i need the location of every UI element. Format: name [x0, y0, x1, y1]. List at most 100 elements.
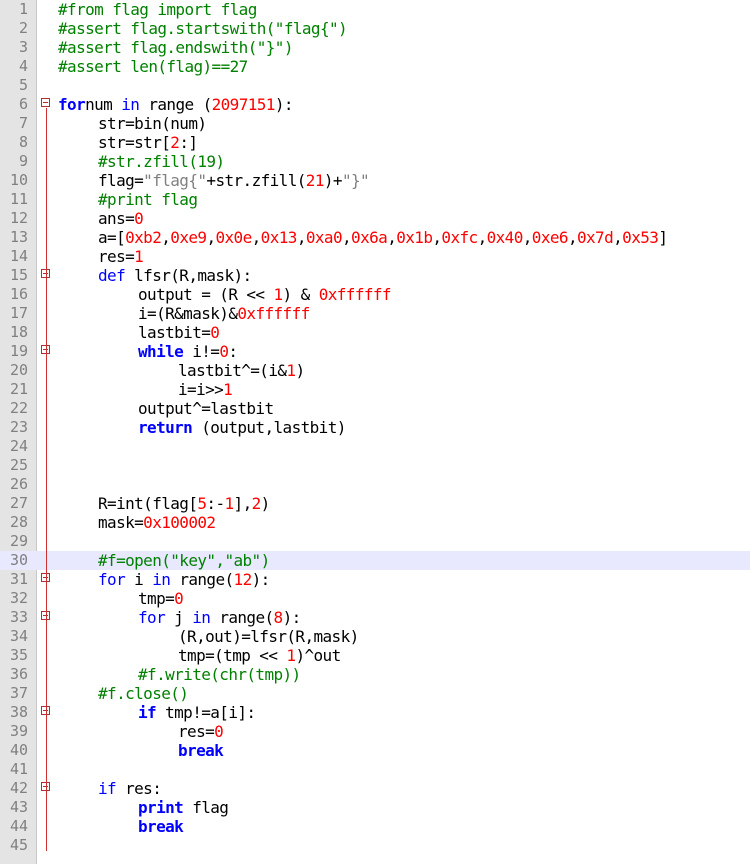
number-token: 1	[224, 494, 235, 513]
code-line[interactable]: 39 res=0	[0, 722, 750, 741]
line-number: 18	[9, 323, 28, 341]
code-line[interactable]: 20 lastbit^=(i&1)	[0, 361, 750, 380]
code-line[interactable]: 22 output^=lastbit	[0, 399, 750, 418]
code-text: #f=open("key","ab")	[98, 551, 270, 570]
line-number: 2	[18, 19, 28, 37]
code-text: tmp=(tmp << 1)^out	[178, 646, 341, 665]
number-token: 0x0e	[215, 228, 252, 247]
code-line[interactable]: 12 ans=0	[0, 209, 750, 228]
line-number: 8	[18, 133, 28, 151]
code-line[interactable]: 40 break	[0, 741, 750, 760]
code-text: output = (R << 1) & 0xffffff	[138, 285, 392, 304]
code-text: for i in range(12):	[98, 570, 270, 589]
code-line[interactable]: 42 if res:	[0, 779, 750, 798]
code-line[interactable]: 1 #from flag import flag	[0, 0, 750, 19]
code-line[interactable]: 5	[0, 76, 750, 95]
code-token: tmp=(tmp <<	[178, 646, 287, 665]
code-token: (R,out)=lfsr(R,mask)	[178, 627, 359, 646]
code-token: )	[260, 494, 271, 513]
comment-token: #from flag import flag	[58, 0, 257, 19]
code-line[interactable]: 13 a=[0xb2,0xe9,0x0e,0x13,0xa0,0x6a,0x1b,…	[0, 228, 750, 247]
line-number: 38	[9, 703, 28, 721]
number-token: 21	[305, 171, 325, 190]
line-number: 41	[9, 760, 28, 778]
code-token: (	[202, 95, 213, 114]
code-text: print flag	[138, 798, 229, 817]
code-line[interactable]: 24	[0, 437, 750, 456]
code-line[interactable]: 44 break	[0, 817, 750, 836]
line-number: 1	[18, 0, 28, 18]
code-line[interactable]: 34 (R,out)=lfsr(R,mask)	[0, 627, 750, 646]
keyword-token: break	[138, 817, 184, 836]
number-token: 0xe6	[531, 228, 569, 247]
line-number: 32	[9, 589, 28, 607]
comment-token: #str.zfill(19)	[98, 152, 225, 171]
code-text: #assert flag.endswith("}")	[58, 38, 293, 57]
code-token: ,	[522, 228, 533, 247]
code-line[interactable]: 4 #assert len(flag)==27	[0, 57, 750, 76]
code-line[interactable]: 37 #f.close()	[0, 684, 750, 703]
code-line[interactable]: 17 i=(R&mask)&0xffffff	[0, 304, 750, 323]
keyword-token: while	[138, 342, 184, 361]
code-line[interactable]: 28 mask=0x100002	[0, 513, 750, 532]
code-token: )+	[323, 171, 343, 190]
number-token: 0xffffff	[237, 304, 310, 323]
line-number: 44	[9, 817, 28, 835]
code-line[interactable]: 35 tmp=(tmp << 1)^out	[0, 646, 750, 665]
code-line[interactable]: 8 str=str[2:]	[0, 133, 750, 152]
code-line[interactable]: 3 #assert flag.endswith("}")	[0, 38, 750, 57]
line-number: 23	[9, 418, 28, 436]
code-line[interactable]: 6 fornum in range (2097151):	[0, 95, 750, 114]
code-line[interactable]: 30 #f=open("key","ab")	[0, 551, 750, 570]
code-token: ,	[477, 228, 488, 247]
fold-range-line	[46, 792, 47, 832]
code-line[interactable]: 36 #f.write(chr(tmp))	[0, 665, 750, 684]
comment-token: #print flag	[98, 190, 198, 209]
code-line[interactable]: 38 if tmp!=a[i]:	[0, 703, 750, 722]
line-number: 31	[9, 570, 28, 588]
code-line[interactable]: 21 i=i>>1	[0, 380, 750, 399]
code-line[interactable]: 32 tmp=0	[0, 589, 750, 608]
code-line[interactable]: 41	[0, 760, 750, 779]
code-line[interactable]: 27 R=int(flag[5:-1],2)	[0, 494, 750, 513]
code-token: )^out	[295, 646, 341, 665]
code-line[interactable]: 25	[0, 456, 750, 475]
keyword-token: break	[178, 741, 224, 760]
code-line[interactable]: 45	[0, 836, 750, 855]
code-line[interactable]: 31 for i in range(12):	[0, 570, 750, 589]
code-line[interactable]: 43 print flag	[0, 798, 750, 817]
line-number: 9	[18, 152, 28, 170]
code-line[interactable]: 18 lastbit=0	[0, 323, 750, 342]
code-token: ):	[282, 608, 302, 627]
code-line[interactable]: 7 str=bin(num)	[0, 114, 750, 133]
code-line[interactable]: 14 res=1	[0, 247, 750, 266]
code-line[interactable]: 15 def lfsr(R,mask):	[0, 266, 750, 285]
code-token: ,	[251, 228, 262, 247]
code-text: ans=0	[98, 209, 144, 228]
code-editor[interactable]: 1 #from flag import flag 2 #assert flag.sta…	[0, 0, 750, 864]
code-line[interactable]: 9 #str.zfill(19)	[0, 152, 750, 171]
code-token: tmp!=a[i]:	[156, 703, 256, 722]
code-text: str=bin(num)	[98, 114, 207, 133]
code-line[interactable]: 10 flag="flag{"+str.zfill(21)+"}"	[0, 171, 750, 190]
code-line[interactable]: 16 output = (R << 1) & 0xffffff	[0, 285, 750, 304]
fold-toggle-icon[interactable]	[41, 98, 50, 107]
code-line[interactable]: 2 #assert flag.startswith("flag{")	[0, 19, 750, 38]
code-text: break	[138, 817, 184, 836]
line-number: 25	[9, 456, 28, 474]
code-line[interactable]: 19 while i!=0:	[0, 342, 750, 361]
code-line[interactable]: 23 return (output,lastbit)	[0, 418, 750, 437]
code-line[interactable]: 29	[0, 532, 750, 551]
code-lines[interactable]: 1 #from flag import flag 2 #assert flag.sta…	[0, 0, 750, 855]
code-text: res=0	[178, 722, 224, 741]
code-token: )	[295, 361, 305, 380]
code-line[interactable]: 33 for j in range(8):	[0, 608, 750, 627]
number-token: 1	[134, 247, 144, 266]
line-number: 4	[18, 57, 28, 75]
code-line[interactable]: 11 #print flag	[0, 190, 750, 209]
code-token: output^=lastbit	[138, 399, 274, 418]
keyword-token: for	[138, 608, 166, 627]
number-token: 0xffffff	[318, 285, 392, 304]
code-line[interactable]: 26	[0, 475, 750, 494]
line-number: 45	[9, 836, 28, 854]
